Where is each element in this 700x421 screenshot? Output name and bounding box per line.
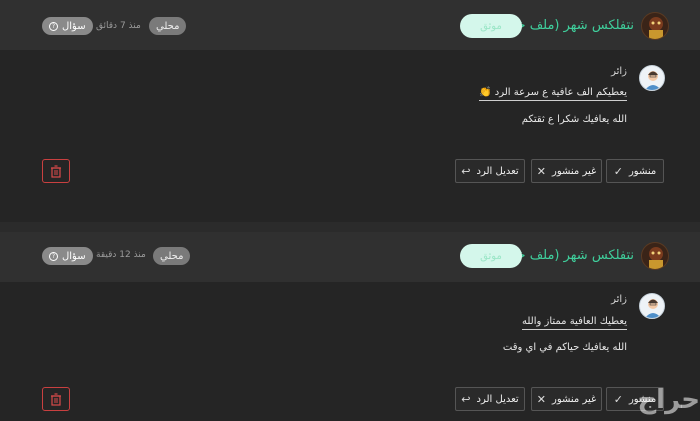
post-header: نتفلكس شهر (ملف خاص ) موثق محلي منذ 7 دق… [0,0,700,50]
post-time: منذ 7 دقائق [96,21,141,31]
delete-button[interactable] [42,159,70,183]
post-time: منذ 12 دقيقة [96,250,146,260]
question-label: سؤال [62,20,86,32]
owner-reply: الله يعافيك حياكم في اي وقت [502,342,627,353]
check-icon: ✓ [613,164,623,178]
author-avatar[interactable] [641,242,669,270]
local-badge-label: محلي [156,20,180,32]
visitor-label: زائر [611,66,627,77]
reply-arrow-icon: ↩ [461,164,471,178]
close-icon: ✕ [536,164,546,178]
unpublished-label: غير منشور [552,165,597,177]
edit-reply-button[interactable]: تعديل الرد ↩ [455,387,525,411]
visitor-message: يعطيكم الف عافية ع سرعة الرد 👏 [479,87,627,101]
local-badge: محلي [153,247,191,265]
verified-pill: موثق [460,244,522,268]
visitor-message: يعطيك العافية ممتاز والله [521,316,627,330]
verified-pill-label: موثق [480,250,502,262]
reply-arrow-icon: ↩ [461,392,471,406]
verified-pill-label: موثق [480,20,502,32]
question-button[interactable]: ? سؤال [42,17,93,35]
trash-icon [51,164,61,178]
close-icon: ✕ [536,392,546,406]
published-button[interactable]: منشور ✓ [606,159,664,183]
trash-icon [51,392,61,406]
help-circle-icon: ? [49,21,58,31]
question-button[interactable]: ? سؤال [42,247,93,265]
local-badge-label: محلي [160,250,184,262]
published-label: منشور [628,165,657,177]
unpublished-button[interactable]: غير منشور ✕ [531,159,602,183]
delete-button[interactable] [42,387,70,411]
question-label: سؤال [62,250,86,262]
visitor-avatar-icon [639,293,665,319]
edit-reply-label: تعديل الرد [476,393,519,405]
owner-reply: الله يعافيك شكرا ع ثقتكم [521,114,627,125]
post-card: نتفلكس شهر (ملف خاص ) موثق محلي منذ 7 دق… [0,0,700,222]
visitor-avatar-icon [639,65,665,91]
site-watermark: حراج [637,385,700,415]
help-circle-icon: ? [49,251,58,261]
edit-reply-label: تعديل الرد [476,165,519,177]
visitor-label: زائر [611,294,627,305]
local-badge: محلي [149,17,187,35]
verified-pill: موثق [460,14,522,38]
post-body: زائر يعطيكم الف عافية ع سرعة الرد 👏 الله… [0,50,700,222]
post-header: نتفلكس شهر (ملف خاص ) موثق محلي منذ 12 د… [0,232,700,282]
edit-reply-button[interactable]: تعديل الرد ↩ [455,159,525,183]
author-avatar[interactable] [641,12,669,40]
